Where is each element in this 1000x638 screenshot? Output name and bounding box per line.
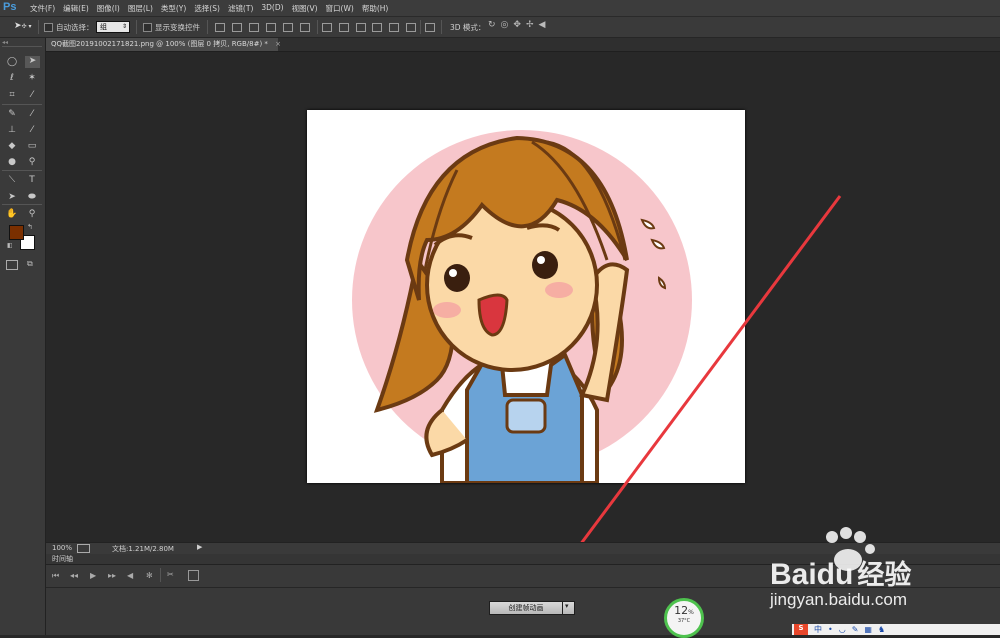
ime-status-icons[interactable]: 中•◡✎▦♞ — [814, 624, 891, 635]
chevron-down-icon: ▾ — [565, 602, 569, 610]
cpu-temp: 37°C — [677, 618, 691, 624]
audio-icon[interactable]: ◀ — [127, 571, 133, 580]
first-frame-icon[interactable]: ⏮ — [52, 571, 59, 581]
play-icon[interactable]: ▶ — [90, 571, 96, 580]
ime-toolbar: S 中•◡✎▦♞ — [792, 624, 1000, 635]
status-menu-arrow-icon[interactable]: ▶ — [197, 543, 202, 551]
doc-info: 文档:1.21M/2.80M — [112, 545, 174, 553]
timeline-title[interactable]: 时间轴 — [52, 554, 73, 564]
cpu-percent: 12% — [674, 604, 694, 617]
baidu-brand-cn: 经验 — [857, 560, 912, 590]
baidu-url: jingyan.baidu.com — [770, 590, 908, 609]
prev-frame-icon[interactable]: ◂◂ — [70, 571, 78, 580]
cpu-monitor-widget[interactable]: 12% 37°C — [664, 598, 704, 638]
transition-icon[interactable] — [188, 570, 199, 581]
divider — [160, 568, 161, 582]
baidu-watermark: Baidu 经验 jingyan.baidu.com — [770, 525, 1000, 625]
next-frame-icon[interactable]: ▸▸ — [108, 571, 116, 580]
sogou-ime-icon[interactable]: S — [794, 624, 808, 635]
create-animation-dropdown[interactable]: ▾ — [562, 601, 575, 615]
create-frame-animation-button[interactable]: 创建帧动画 — [489, 601, 563, 615]
zoom-level[interactable]: 100% — [52, 544, 72, 552]
export-icon[interactable] — [77, 544, 90, 553]
settings-gear-icon[interactable]: ✻ — [146, 571, 153, 580]
baidu-brand-text: Baidu — [770, 558, 854, 591]
split-scissors-icon[interactable]: ✂ — [167, 570, 174, 579]
